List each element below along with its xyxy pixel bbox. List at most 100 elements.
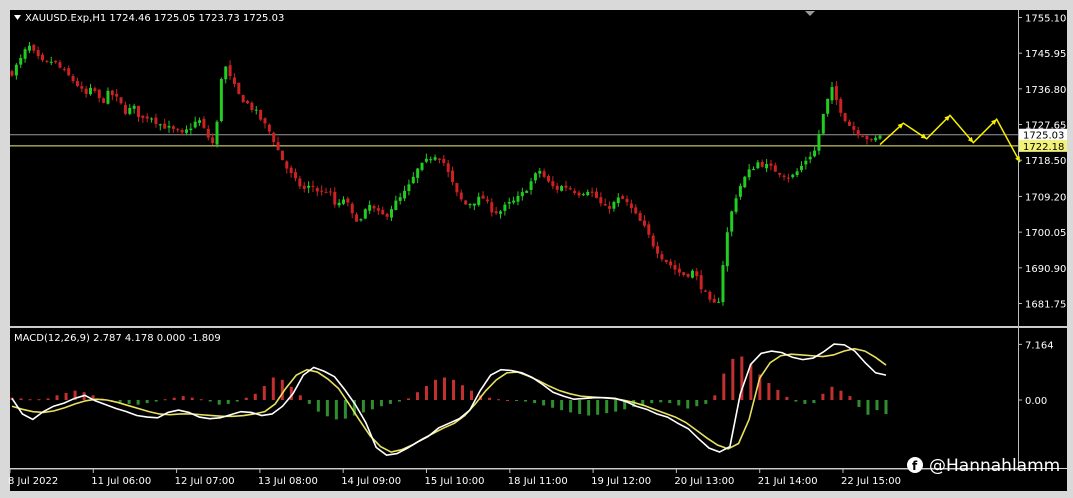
- macd-histogram-bar: [406, 398, 410, 400]
- time-tick-label: 22 Jul 15:00: [841, 476, 901, 487]
- price-panel[interactable]: [10, 10, 1018, 326]
- macd-panel[interactable]: [10, 328, 1018, 468]
- candle: [280, 150, 284, 161]
- macd-histogram-bar: [614, 400, 618, 412]
- macd-histogram-bar: [830, 386, 834, 400]
- macd-histogram-bar: [217, 400, 221, 405]
- macd-histogram-bar: [46, 398, 50, 400]
- macd-histogram-bar: [866, 400, 870, 415]
- macd-histogram-bar: [262, 386, 266, 400]
- macd-histogram-bar: [542, 400, 546, 406]
- macd-histogram-bar: [569, 400, 573, 413]
- macd-histogram-bar: [560, 400, 564, 411]
- candle: [237, 82, 241, 95]
- macd-histogram-bar: [325, 400, 329, 417]
- macd-histogram-bar: [605, 400, 609, 414]
- macd-histogram-bar: [154, 400, 158, 402]
- macd-histogram-bar: [839, 390, 843, 400]
- macd-histogram-bar: [280, 379, 284, 400]
- candle: [241, 94, 245, 103]
- watermark: f @Hannahlamm: [907, 456, 1060, 476]
- price-tick-label: 1690.90: [1025, 264, 1066, 275]
- macd-histogram-bar: [388, 400, 392, 404]
- macd-histogram-bar: [812, 400, 816, 404]
- macd-histogram-bar: [244, 397, 248, 400]
- macd-histogram-bar: [551, 400, 555, 408]
- macd-histogram-bar: [776, 389, 780, 400]
- macd-histogram-bar: [136, 400, 140, 405]
- macd-histogram-bar: [875, 400, 879, 411]
- macd-histogram-bar: [361, 400, 365, 413]
- time-tick-label: 12 Jul 07:00: [175, 476, 235, 487]
- macd-histogram-bar: [37, 399, 41, 401]
- time-tick-label: 11 Jul 06:00: [91, 476, 151, 487]
- macd-histogram-bar: [190, 397, 194, 400]
- current-price-label: 1722.18: [1019, 139, 1067, 153]
- macd-histogram-bar: [587, 400, 591, 416]
- macd-histogram-bar: [253, 393, 257, 400]
- macd-histogram-bar: [424, 386, 428, 400]
- macd-histogram-bar: [334, 400, 338, 420]
- macd-histogram-bar: [785, 396, 789, 400]
- macd-histogram-bar: [433, 379, 437, 400]
- candle: [725, 227, 729, 272]
- macd-histogram-bar: [713, 395, 717, 400]
- chart-canvas: 1755.101745.951736.801727.651718.501709.…: [8, 10, 1067, 491]
- macd-histogram-bar: [704, 400, 708, 404]
- macd-histogram-bar: [145, 400, 149, 404]
- macd-tick-label: 0.00: [1025, 396, 1047, 407]
- time-tick-label: 15 Jul 10:00: [425, 476, 485, 487]
- macd-histogram-bar: [64, 393, 68, 400]
- candle: [259, 109, 263, 121]
- macd-histogram-bar: [695, 400, 699, 407]
- price-tick-label: 1718.50: [1025, 156, 1066, 167]
- macd-histogram-bar: [533, 400, 537, 404]
- macd-histogram-bar: [677, 400, 681, 406]
- macd-histogram-bar: [307, 400, 311, 404]
- macd-histogram-bar: [343, 400, 347, 419]
- price-tick-label: 1681.75: [1025, 299, 1066, 310]
- macd-histogram-bar: [172, 397, 176, 400]
- macd-histogram-bar: [596, 400, 600, 415]
- candle: [464, 200, 468, 205]
- candle: [215, 120, 219, 148]
- macd-histogram-bar: [884, 400, 888, 414]
- candle: [743, 175, 747, 189]
- macd-histogram-bar: [488, 397, 492, 400]
- macd-histogram-bar: [497, 399, 501, 401]
- macd-histogram-bar: [316, 400, 320, 412]
- macd-histogram-bar: [506, 400, 510, 401]
- macd-histogram-bar: [668, 400, 672, 404]
- chart-window: 1755.10 1745.95 1736.80 1727.65 1718.50 1709.…: [0, 0, 1073, 498]
- candle: [102, 97, 106, 104]
- macd-histogram-bar: [370, 400, 374, 410]
- macd-histogram-bar: [271, 377, 275, 400]
- macd-histogram-bar: [857, 400, 861, 407]
- candle: [363, 208, 367, 220]
- current-price-label: 1725.03: [1019, 128, 1067, 142]
- macd-histogram-bar: [199, 399, 203, 401]
- macd-histogram-bar: [686, 400, 690, 409]
- macd-histogram-bar: [298, 395, 302, 400]
- macd-histogram-bar: [163, 399, 167, 401]
- watermark-text: @Hannahlamm: [929, 456, 1060, 476]
- time-tick-label: 14 Jul 09:00: [341, 476, 401, 487]
- macd-histogram-bar: [794, 400, 798, 402]
- macd-histogram-bar: [650, 400, 654, 404]
- time-tick-label: 13 Jul 08:00: [258, 476, 318, 487]
- macd-histogram-bar: [848, 396, 852, 400]
- macd-histogram-bar: [208, 400, 212, 402]
- price-tick-label: 1709.20: [1025, 192, 1066, 203]
- price-tick-label: 1745.95: [1025, 49, 1066, 60]
- macd-histogram-bar: [415, 392, 419, 400]
- macd-histogram-bar: [515, 400, 519, 401]
- macd-histogram-bar: [722, 373, 726, 400]
- macd-panel-header: MACD(12,26,9) 2.787 4.178 0.000 -1.809: [14, 333, 221, 344]
- price-tick-label: 1736.80: [1025, 85, 1066, 96]
- macd-histogram-bar: [803, 400, 807, 404]
- macd-histogram-bar: [442, 377, 446, 400]
- macd-tick-label: 7.164: [1025, 340, 1054, 351]
- macd-histogram-bar: [379, 400, 383, 407]
- macd-histogram-bar: [397, 400, 401, 402]
- macd-histogram-bar: [749, 364, 753, 400]
